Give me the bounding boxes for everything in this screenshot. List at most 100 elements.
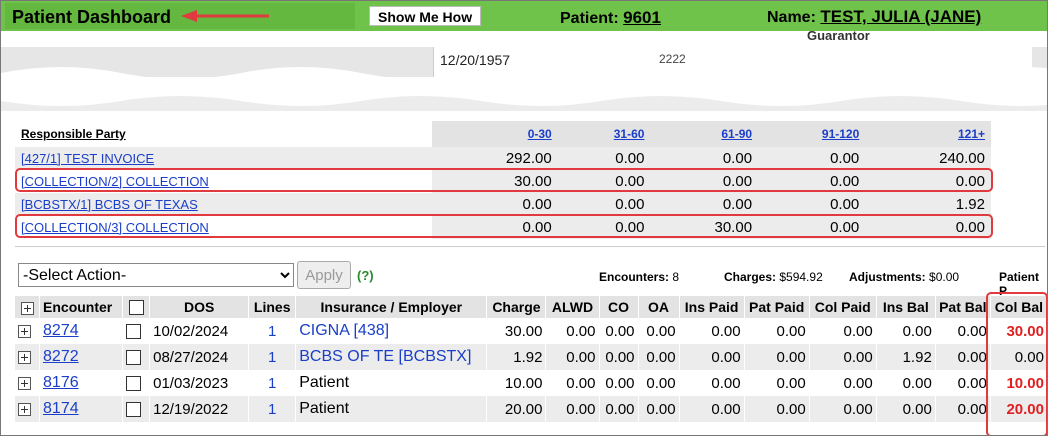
help-icon[interactable]: (?) <box>357 268 374 283</box>
ins-bal-cell: 1.92 <box>876 344 936 370</box>
adjustments-stat: Adjustments: $0.00 <box>849 270 959 284</box>
ins-bal-cell: 0.00 <box>876 396 936 422</box>
insurance-cell[interactable]: BCBS OF TE [BCBSTX] <box>295 344 488 370</box>
row-checkbox[interactable] <box>126 350 142 366</box>
lines-header[interactable]: Lines <box>248 296 297 318</box>
ins-bal-cell: 0.00 <box>876 370 936 396</box>
aging-value: 240.00 <box>865 147 991 170</box>
dos-header[interactable]: DOS <box>149 296 250 318</box>
aging-value: 0.00 <box>758 147 866 170</box>
oa-cell: 0.00 <box>638 318 680 344</box>
ins-bal-cell: 0.00 <box>876 318 936 344</box>
row-select[interactable] <box>122 396 151 422</box>
co-cell: 0.00 <box>599 344 639 370</box>
aging-value: 292.00 <box>432 147 558 170</box>
aging-61-90-header[interactable]: 61-90 <box>650 121 759 147</box>
aging-row: [BCBSTX/1] BCBS OF TEXAS 0.00 0.00 0.00 … <box>15 193 991 216</box>
charge-header[interactable]: Charge <box>486 296 547 318</box>
aging-121-header[interactable]: 121+ <box>865 121 991 147</box>
encounter-header[interactable]: Encounter <box>39 296 124 318</box>
insurance-cell: Patient <box>295 396 488 422</box>
show-me-how-button[interactable]: Show Me How <box>369 6 482 26</box>
alwd-cell: 0.00 <box>545 318 600 344</box>
expand-icon[interactable] <box>18 403 31 417</box>
encounter-link[interactable]: 8272 <box>39 344 124 370</box>
aging-value: 0.00 <box>650 147 759 170</box>
co-cell: 0.00 <box>599 370 639 396</box>
header-bar: Patient Dashboard Show Me How Patient: 9… <box>1 1 1047 31</box>
pat-bal-cell: 0.00 <box>935 370 991 396</box>
select-all-header[interactable] <box>122 296 151 318</box>
expand-icon[interactable] <box>18 351 31 365</box>
ins-paid-header[interactable]: Ins Paid <box>679 296 745 318</box>
responsible-party-link[interactable]: [427/1] TEST INVOICE <box>15 147 432 170</box>
pat-bal-header[interactable]: Pat Bal <box>935 296 991 318</box>
expand-icon[interactable] <box>18 325 31 339</box>
insurance-employer-header[interactable]: Insurance / Employer <box>295 296 488 318</box>
aging-91-120-header[interactable]: 91-120 <box>758 121 866 147</box>
aging-31-60-header[interactable]: 31-60 <box>557 121 651 147</box>
pat-paid-cell: 0.00 <box>744 344 810 370</box>
co-cell: 0.00 <box>599 396 639 422</box>
aging-value: 0.00 <box>650 193 759 216</box>
insurance-cell[interactable]: CIGNA [438] <box>295 318 488 344</box>
aging-0-30-header[interactable]: 0-30 <box>432 121 558 147</box>
ins-paid-cell: 0.00 <box>679 344 745 370</box>
expand-row[interactable] <box>15 318 41 344</box>
encounters-count: 8 <box>672 270 680 284</box>
row-checkbox[interactable] <box>126 324 142 340</box>
pat-paid-header[interactable]: Pat Paid <box>744 296 810 318</box>
name-label: Name: <box>767 9 816 26</box>
row-select[interactable] <box>122 344 151 370</box>
dos-cell: 01/03/2023 <box>149 370 250 396</box>
collection-row-highlight <box>15 168 993 192</box>
apply-button[interactable]: Apply <box>297 261 351 289</box>
expand-row[interactable] <box>15 396 41 422</box>
lines-link[interactable]: 1 <box>248 370 297 396</box>
expand-icon[interactable] <box>18 377 31 391</box>
cut-wave-bottom <box>1 89 1047 111</box>
expand-row[interactable] <box>15 344 41 370</box>
section-divider <box>15 246 1045 247</box>
col-paid-cell: 0.00 <box>809 344 877 370</box>
row-select[interactable] <box>122 318 151 344</box>
select-action-dropdown[interactable]: -Select Action- <box>18 263 294 287</box>
patient-name[interactable]: TEST, JULIA (JANE) <box>820 7 981 26</box>
ins-paid-cell: 0.00 <box>679 396 745 422</box>
encounter-link[interactable]: 8274 <box>39 318 124 344</box>
encounter-link[interactable]: 8174 <box>39 396 124 422</box>
oa-header[interactable]: OA <box>638 296 680 318</box>
encounter-row: 8272 08/27/2024 1 BCBS OF TE [BCBSTX] 1.… <box>15 344 1047 370</box>
col-paid-cell: 0.00 <box>809 318 877 344</box>
patient-id[interactable]: 9601 <box>623 8 661 27</box>
aging-row: [427/1] TEST INVOICE 292.00 0.00 0.00 0.… <box>15 147 991 170</box>
charges-value: $594.92 <box>779 270 823 284</box>
charges-stat: Charges: $594.92 <box>724 270 823 284</box>
row-checkbox[interactable] <box>126 402 142 418</box>
encounters-stat: Encounters: 8 <box>599 270 679 284</box>
lines-link[interactable]: 1 <box>248 396 297 422</box>
lines-link[interactable]: 1 <box>248 344 297 370</box>
pat-bal-cell: 0.00 <box>935 344 991 370</box>
co-header[interactable]: CO <box>599 296 639 318</box>
pat-paid-cell: 0.00 <box>744 370 810 396</box>
col-bal-highlight <box>986 292 1047 435</box>
expand-all-header[interactable] <box>15 296 41 318</box>
lines-link[interactable]: 1 <box>248 318 297 344</box>
responsible-party-header[interactable]: Responsible Party <box>15 121 432 147</box>
annotation-arrow-icon <box>181 10 269 22</box>
patient-dashboard-frame: Patient Dashboard Show Me How Patient: 9… <box>0 0 1048 436</box>
expand-row[interactable] <box>15 370 41 396</box>
row-select[interactable] <box>122 370 151 396</box>
ins-bal-header[interactable]: Ins Bal <box>876 296 936 318</box>
expand-all-icon[interactable] <box>20 301 34 315</box>
row-checkbox[interactable] <box>126 376 142 392</box>
alwd-cell: 0.00 <box>545 396 600 422</box>
alwd-cell: 0.00 <box>545 370 600 396</box>
encounters-table: Encounter DOS Lines Insurance / Employer… <box>15 296 1047 422</box>
select-all-checkbox[interactable] <box>128 300 144 316</box>
alwd-header[interactable]: ALWD <box>545 296 600 318</box>
encounter-link[interactable]: 8176 <box>39 370 124 396</box>
col-paid-header[interactable]: Col Paid <box>809 296 877 318</box>
responsible-party-link[interactable]: [BCBSTX/1] BCBS OF TEXAS <box>15 193 432 216</box>
